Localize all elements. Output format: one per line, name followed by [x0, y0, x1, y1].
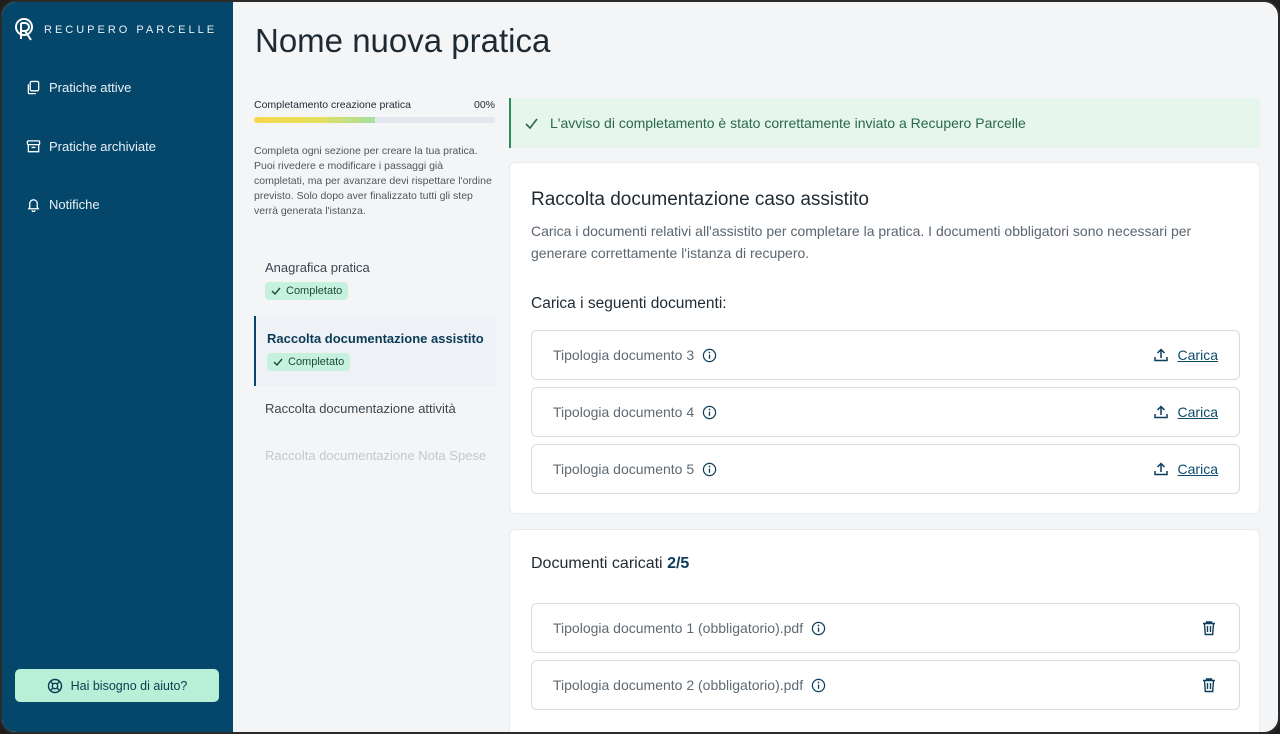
section-subtitle: Carica i seguenti documenti: — [531, 295, 727, 312]
upload-icon — [1153, 405, 1168, 419]
info-icon[interactable] — [702, 405, 717, 420]
check-icon — [273, 358, 283, 367]
bell-icon — [27, 199, 40, 212]
document-name: Tipologia documento 4 — [553, 404, 695, 420]
uploaded-count: 2/5 — [667, 555, 690, 572]
status-badge: Completato — [267, 353, 351, 371]
upload-label: Carica — [1177, 404, 1218, 420]
trash-icon[interactable] — [1201, 620, 1217, 636]
sidebar-item-notifiche[interactable]: Notifiche — [26, 197, 100, 212]
document-name: Tipologia documento 1 (obbligatorio).pdf — [553, 620, 804, 636]
upload-button[interactable]: Carica — [1153, 461, 1218, 477]
help-button[interactable]: Hai bisogno di aiuto? — [15, 669, 219, 702]
document-name: Tipologia documento 2 (obbligatorio).pdf — [553, 677, 804, 693]
info-icon[interactable] — [811, 678, 826, 693]
section-title: Raccolta documentazione caso assistito — [531, 189, 869, 210]
step-label: Anagrafica pratica — [265, 260, 370, 275]
success-alert: L'avviso di completamento è stato corret… — [509, 98, 1260, 148]
archive-icon — [26, 140, 41, 153]
alert-message: L'avviso di completamento è stato corret… — [550, 115, 1026, 131]
trash-icon[interactable] — [1201, 677, 1217, 693]
upload-label: Carica — [1177, 347, 1218, 363]
progress-bar — [254, 117, 495, 123]
step-label: Raccolta documentazione assistito — [267, 331, 484, 346]
upload-label: Carica — [1177, 461, 1218, 477]
lifebuoy-icon — [47, 678, 62, 693]
document-row: Tipologia documento 4 Carica — [531, 387, 1240, 437]
status-badge-label: Completato — [286, 285, 343, 297]
upload-button[interactable]: Carica — [1153, 347, 1218, 363]
step-anagrafica[interactable]: Anagrafica pratica Completato — [254, 260, 496, 310]
check-icon — [271, 287, 281, 296]
info-icon[interactable] — [811, 621, 826, 636]
step-raccolta-nota-spese: Raccolta documentazione Nota Spese — [254, 448, 496, 463]
app-window: RECUPERO PARCELLE Pratiche attive Pratic… — [0, 0, 1280, 734]
sidebar-item-pratiche-attive[interactable]: Pratiche attive — [26, 80, 131, 95]
uploaded-document-row: Tipologia documento 1 (obbligatorio).pdf — [531, 603, 1240, 653]
progress-percent: 00% — [473, 99, 495, 111]
progress: Completamento creazione pratica 00% — [254, 99, 495, 123]
progress-fill — [254, 117, 375, 123]
info-icon[interactable] — [702, 462, 717, 477]
sidebar-item-label: Notifiche — [49, 197, 100, 212]
upload-button[interactable]: Carica — [1153, 404, 1218, 420]
document-row: Tipologia documento 5 Carica — [531, 444, 1240, 494]
uploaded-document-row: Tipologia documento 2 (obbligatorio).pdf — [531, 660, 1240, 710]
copy-icon — [27, 80, 40, 95]
progress-label: Completamento creazione pratica — [254, 99, 411, 111]
upload-icon — [1153, 348, 1168, 362]
page-title: Nome nuova pratica — [255, 22, 551, 59]
step-raccolta-assistito[interactable]: Raccolta documentazione assistito Comple… — [254, 316, 496, 386]
check-icon — [525, 118, 538, 129]
sidebar: RECUPERO PARCELLE Pratiche attive Pratic… — [2, 2, 233, 732]
uploaded-title: Documenti caricati — [531, 555, 663, 572]
info-icon[interactable] — [702, 348, 717, 363]
status-badge: Completato — [265, 282, 349, 300]
section-title: Documenti caricati 2/5 — [531, 555, 689, 573]
upload-card: Raccolta documentazione caso assistito C… — [509, 162, 1260, 514]
document-row: Tipologia documento 3 Carica — [531, 330, 1240, 380]
brand[interactable]: RECUPERO PARCELLE — [14, 18, 217, 42]
upload-icon — [1153, 462, 1168, 476]
document-name: Tipologia documento 5 — [553, 461, 695, 477]
step-label: Raccolta documentazione Nota Spese — [265, 448, 487, 463]
step-raccolta-attivita[interactable]: Raccolta documentazione attività — [254, 401, 496, 416]
document-name: Tipologia documento 3 — [553, 347, 695, 363]
instructions-text: Completa ogni sezione per creare la tua … — [254, 145, 492, 217]
section-description: Carica i documenti relativi all'assistit… — [531, 223, 1192, 261]
uploaded-documents-card: Documenti caricati 2/5 Tipologia documen… — [509, 529, 1260, 732]
status-badge-label: Completato — [288, 356, 345, 368]
help-button-label: Hai bisogno di aiuto? — [70, 678, 188, 693]
step-label: Raccolta documentazione attività — [265, 401, 456, 416]
sidebar-item-label: Pratiche attive — [49, 80, 132, 95]
sidebar-item-label: Pratiche archiviate — [49, 139, 156, 154]
brand-name: RECUPERO PARCELLE — [44, 24, 218, 36]
logo-icon — [15, 18, 33, 41]
sidebar-item-pratiche-archiviate[interactable]: Pratiche archiviate — [26, 139, 156, 154]
